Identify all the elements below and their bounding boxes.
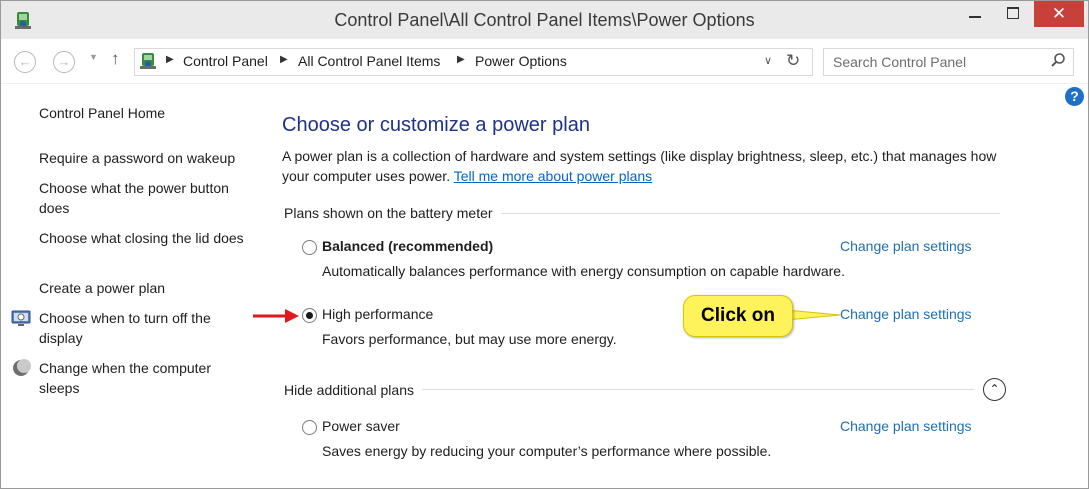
change-plan-settings-power-saver[interactable]: Change plan settings (840, 418, 972, 434)
balanced-radio[interactable] (302, 240, 317, 255)
moon-icon (13, 359, 31, 376)
minimize-button[interactable] (958, 1, 992, 27)
search-placeholder: Search Control Panel (833, 54, 967, 70)
sidebar-item-create-plan[interactable]: Create a power plan (39, 278, 254, 298)
sidebar-item-computer-sleeps[interactable]: Change when the computer sleeps (39, 358, 254, 398)
close-button[interactable]: ✕ (1034, 1, 1084, 27)
back-button[interactable]: ← (14, 51, 36, 73)
close-icon: ✕ (1051, 4, 1067, 23)
collapse-chevron-icon[interactable]: ⌃ (983, 378, 1006, 401)
battery-group-label: Plans shown on the battery meter (284, 205, 501, 221)
recent-locations-dropdown[interactable]: ▼ (89, 52, 98, 62)
learn-more-link[interactable]: Tell me more about power plans (454, 168, 652, 184)
power-saver-radio[interactable] (302, 420, 317, 435)
search-input[interactable]: Search Control Panel (823, 48, 1074, 76)
forward-button[interactable]: → (53, 51, 75, 73)
callout-pointer-icon (786, 309, 841, 321)
refresh-icon[interactable]: ↻ (786, 51, 800, 71)
sidebar-item-control-panel-home[interactable]: Control Panel Home (39, 103, 254, 123)
breadcrumb-control-panel[interactable]: Control Panel (183, 53, 268, 69)
power-options-window: Control Panel\All Control Panel Items\Po… (0, 0, 1089, 489)
hidden-plans-label: Hide additional plans (284, 382, 422, 398)
control-panel-icon (140, 53, 156, 69)
navigation-bar: ← → ▼ ↑ ▶ Control Panel ▶ All Control Pa… (1, 39, 1088, 84)
display-icon (11, 310, 31, 326)
breadcrumb-separator-icon[interactable]: ▶ (457, 54, 465, 65)
address-dropdown-icon[interactable]: ∨ (764, 54, 772, 67)
breadcrumb-all-items[interactable]: All Control Panel Items (298, 53, 440, 69)
red-arrow-annotation-icon (253, 309, 299, 323)
help-icon[interactable]: ? (1065, 87, 1084, 106)
page-title: Choose or customize a power plan (282, 114, 590, 136)
plan-desc-high-performance: Favors performance, but may use more ene… (322, 331, 617, 347)
address-bar[interactable]: ▶ Control Panel ▶ All Control Panel Item… (134, 48, 813, 76)
window-title: Control Panel\All Control Panel Items\Po… (334, 10, 755, 30)
sidebar: Control Panel Home Require a password on… (1, 83, 266, 488)
sidebar-item-power-button[interactable]: Choose what the power button does (39, 178, 254, 218)
click-on-callout: Click on (683, 295, 793, 337)
change-plan-settings-balanced[interactable]: Change plan settings (840, 238, 972, 254)
radio-selected-dot (306, 312, 313, 319)
breadcrumb-separator-icon: ▶ (166, 54, 174, 65)
sidebar-item-require-password[interactable]: Require a password on wakeup (39, 148, 254, 168)
plan-name-power-saver[interactable]: Power saver (322, 418, 400, 434)
search-icon[interactable] (1050, 52, 1066, 68)
sidebar-item-closing-lid[interactable]: Choose what closing the lid does (39, 228, 254, 248)
plan-desc-power-saver: Saves energy by reducing your computer’s… (322, 443, 772, 459)
plan-desc-balanced: Automatically balances performance with … (322, 263, 845, 279)
sidebar-item-turn-off-display[interactable]: Choose when to turn off the display (39, 308, 254, 348)
change-plan-settings-high-performance[interactable]: Change plan settings (840, 306, 972, 322)
maximize-icon (1007, 7, 1019, 19)
page-description: A power plan is a collection of hardware… (282, 146, 1002, 186)
plan-name-high-performance[interactable]: High performance (322, 306, 433, 322)
title-bar: Control Panel\All Control Panel Items\Po… (1, 1, 1088, 39)
breadcrumb-separator-icon[interactable]: ▶ (280, 54, 288, 65)
maximize-button[interactable] (996, 1, 1030, 27)
plan-name-balanced[interactable]: Balanced (recommended) (322, 238, 493, 254)
minimize-icon (969, 16, 981, 18)
up-button[interactable]: ↑ (111, 49, 120, 69)
breadcrumb-power-options[interactable]: Power Options (475, 53, 567, 69)
high-performance-radio[interactable] (302, 308, 317, 323)
